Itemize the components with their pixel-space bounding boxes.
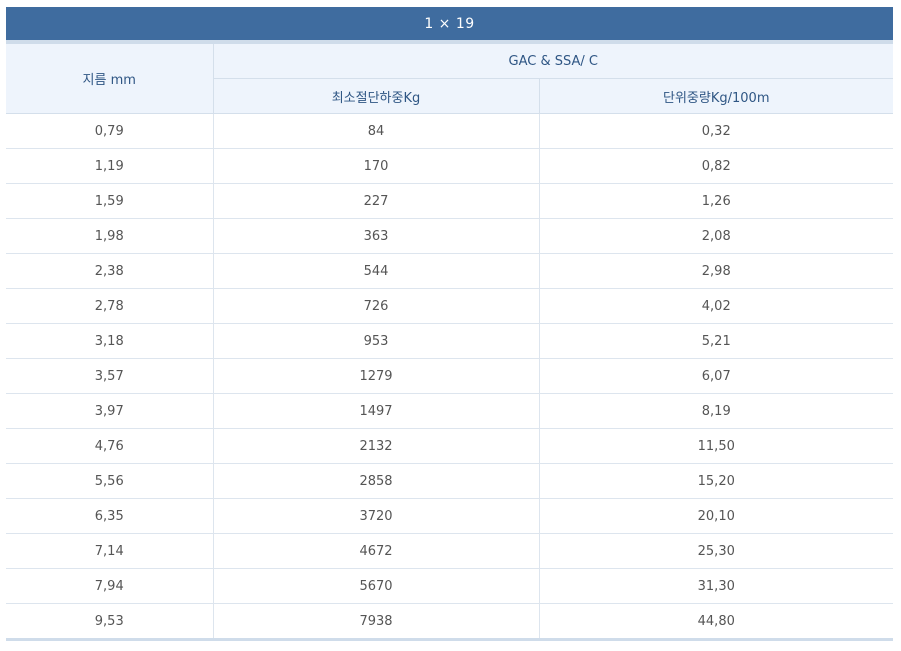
cell-unit-weight: 2,08 (538, 218, 894, 254)
cell-unit-weight: 1,26 (538, 183, 894, 219)
cell-breaking-load: 953 (212, 323, 539, 359)
table-row: 3,97 1497 8,19 (6, 393, 894, 429)
table-row: 2,38 544 2,98 (6, 253, 894, 289)
table-row: 7,14 4672 25,30 (6, 533, 894, 569)
cell-unit-weight: 5,21 (538, 323, 894, 359)
table-row: 4,76 2132 11,50 (6, 428, 894, 464)
cell-unit-weight: 2,98 (538, 253, 894, 289)
cell-breaking-load: 1497 (212, 393, 539, 429)
table-row: 1,59 227 1,26 (6, 183, 894, 219)
table-row: 6,35 3720 20,10 (6, 498, 894, 534)
cell-breaking-load: 2132 (212, 428, 539, 464)
header-unit-weight: 단위중량Kg/100m (538, 78, 894, 114)
spec-table-container: 1 × 19 지름 mm GAC & SSA/ C 최소절단하중Kg 단위중량K… (6, 7, 894, 641)
cell-unit-weight: 0,82 (538, 148, 894, 184)
table-row: 2,78 726 4,02 (6, 288, 894, 324)
cell-breaking-load: 170 (212, 148, 539, 184)
table-row: 9,53 7938 44,80 (6, 603, 894, 638)
table-row: 3,18 953 5,21 (6, 323, 894, 359)
cell-diameter: 5,56 (6, 463, 213, 499)
cell-unit-weight: 20,10 (538, 498, 894, 534)
table-row: 3,57 1279 6,07 (6, 358, 894, 394)
cell-breaking-load: 363 (212, 218, 539, 254)
cell-diameter: 7,14 (6, 533, 213, 569)
cell-breaking-load: 544 (212, 253, 539, 289)
table-header: 지름 mm GAC & SSA/ C 최소절단하중Kg 단위중량Kg/100m (6, 44, 894, 114)
header-diameter: 지름 mm (6, 44, 214, 114)
table-row: 7,94 5670 31,30 (6, 568, 894, 604)
cell-breaking-load: 227 (212, 183, 539, 219)
cell-diameter: 4,76 (6, 428, 213, 464)
cell-unit-weight: 15,20 (538, 463, 894, 499)
cell-breaking-load: 3720 (212, 498, 539, 534)
cell-breaking-load: 2858 (212, 463, 539, 499)
cell-diameter: 3,97 (6, 393, 213, 429)
table-row: 1,19 170 0,82 (6, 148, 894, 184)
cell-unit-weight: 6,07 (538, 358, 894, 394)
table-row: 0,79 84 0,32 (6, 113, 894, 149)
cell-unit-weight: 0,32 (538, 113, 894, 149)
cell-unit-weight: 8,19 (538, 393, 894, 429)
table-title-bar: 1 × 19 (6, 7, 893, 40)
spec-table: 지름 mm GAC & SSA/ C 최소절단하중Kg 단위중량Kg/100m … (6, 44, 894, 638)
table-bottom-border (6, 638, 893, 641)
table-title: 1 × 19 (424, 15, 475, 32)
cell-unit-weight: 25,30 (538, 533, 894, 569)
table-row: 1,98 363 2,08 (6, 218, 894, 254)
header-group: GAC & SSA/ C (212, 44, 894, 79)
cell-unit-weight: 11,50 (538, 428, 894, 464)
table-row: 5,56 2858 15,20 (6, 463, 894, 499)
cell-diameter: 7,94 (6, 568, 213, 604)
cell-diameter: 0,79 (6, 113, 213, 149)
cell-diameter: 6,35 (6, 498, 213, 534)
cell-breaking-load: 4672 (212, 533, 539, 569)
header-breaking-load: 최소절단하중Kg (212, 78, 540, 114)
cell-breaking-load: 726 (212, 288, 539, 324)
cell-unit-weight: 4,02 (538, 288, 894, 324)
cell-diameter: 3,57 (6, 358, 213, 394)
cell-diameter: 1,59 (6, 183, 213, 219)
cell-breaking-load: 84 (212, 113, 539, 149)
cell-diameter: 2,38 (6, 253, 213, 289)
cell-diameter: 1,98 (6, 218, 213, 254)
cell-diameter: 2,78 (6, 288, 213, 324)
cell-unit-weight: 44,80 (538, 603, 894, 638)
cell-breaking-load: 1279 (212, 358, 539, 394)
cell-diameter: 1,19 (6, 148, 213, 184)
table-body: 0,79 84 0,32 1,19 170 0,82 1,59 227 1,26 1,98 363 2… (6, 113, 894, 638)
cell-breaking-load: 7938 (212, 603, 539, 638)
cell-breaking-load: 5670 (212, 568, 539, 604)
cell-unit-weight: 31,30 (538, 568, 894, 604)
cell-diameter: 3,18 (6, 323, 213, 359)
cell-diameter: 9,53 (94, 613, 124, 629)
